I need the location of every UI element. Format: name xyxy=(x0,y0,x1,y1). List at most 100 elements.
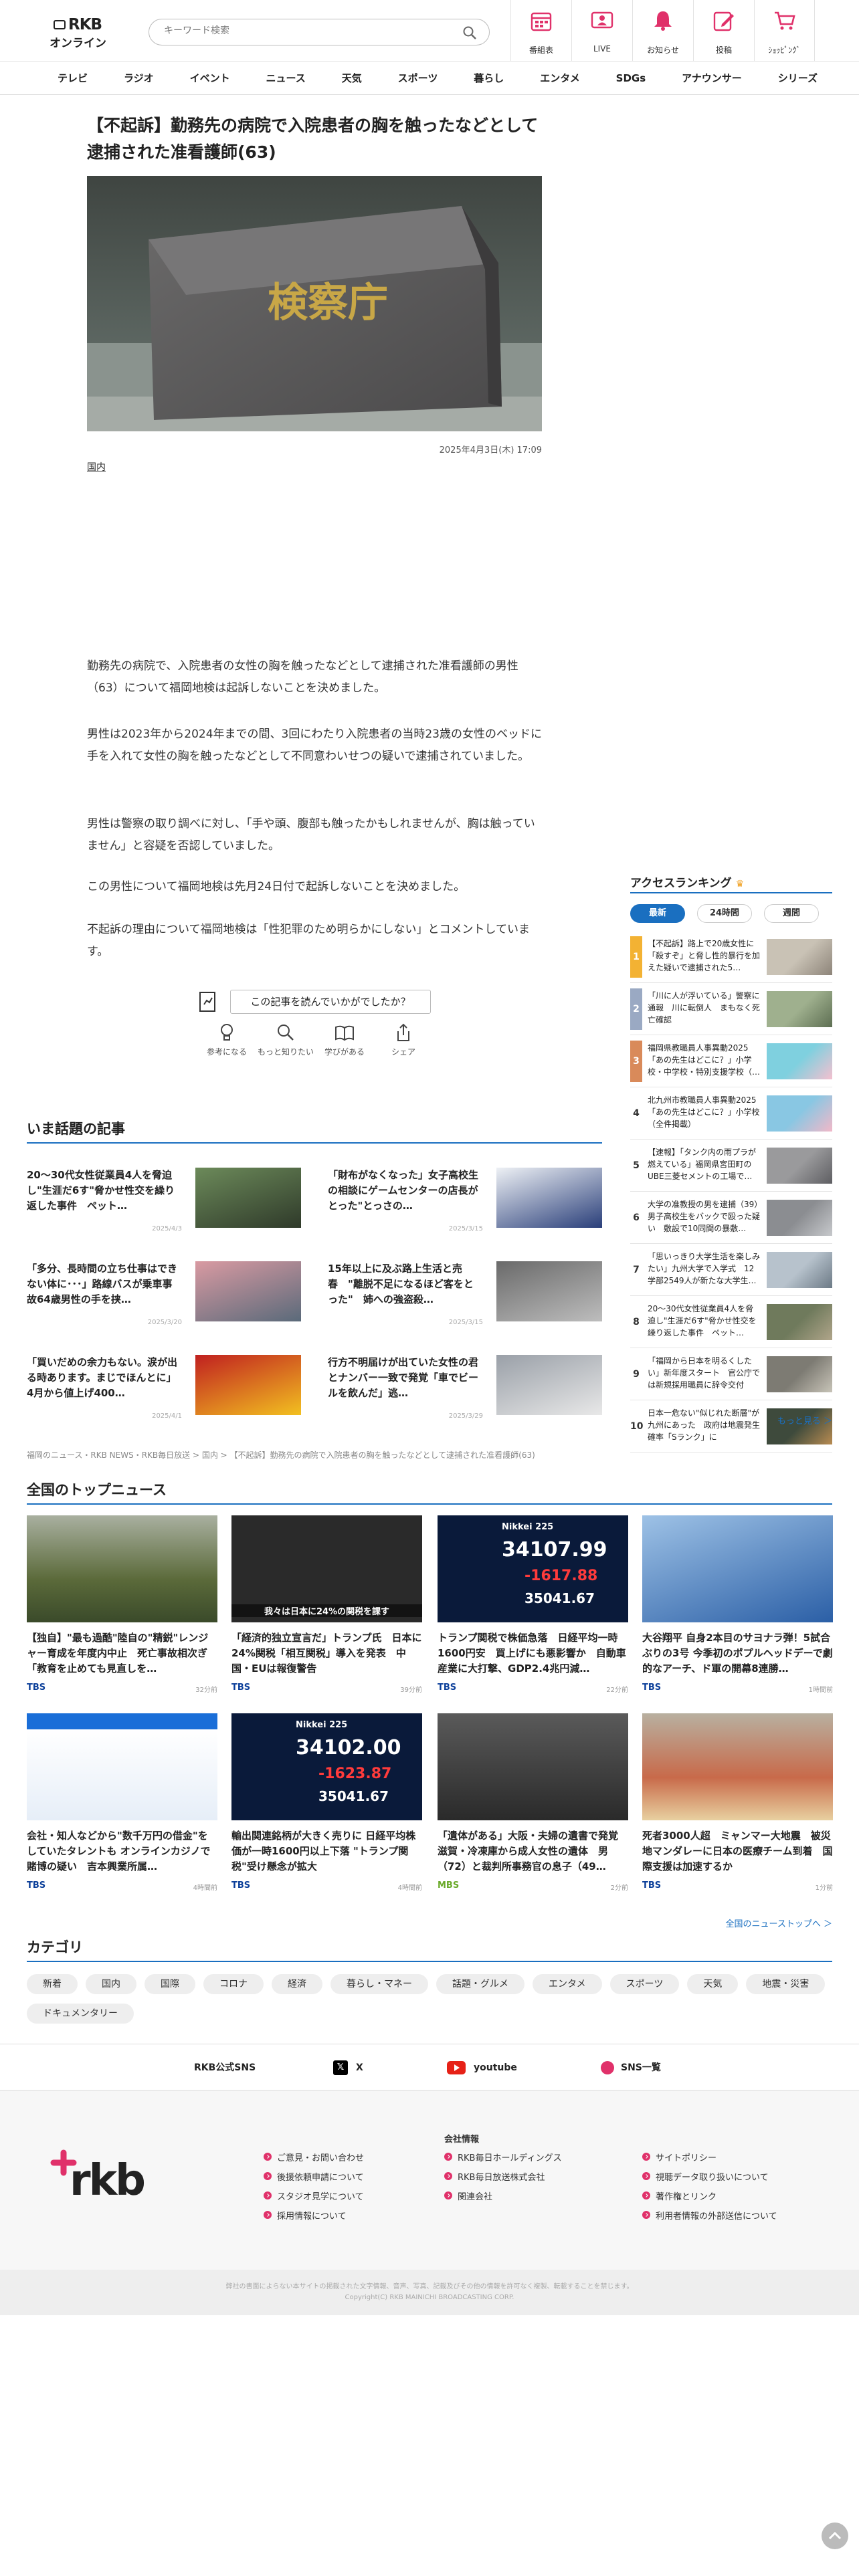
ranking-item[interactable]: 9 「福岡から日本を明るくしたい」新年度スタート 官公庁では新規採用職員に辞令交付 xyxy=(630,1348,832,1400)
footer-link[interactable]: ご意見・お問い合わせ xyxy=(264,2151,364,2170)
ranking-item[interactable]: 8 20〜30代女性従業員4人を脅迫し"生涯だ6す"脅かせ性交を繰り返した事件 ペ… xyxy=(630,1296,832,1348)
nav-item[interactable]: テレビ xyxy=(58,62,88,95)
rkb-footer-logo[interactable]: rkb xyxy=(47,2143,167,2203)
footer-link[interactable]: 利用者情報の外部送信について xyxy=(642,2209,777,2228)
sns-list-link[interactable]: SNS一覧 xyxy=(601,2044,661,2091)
feedback-question: この記事を読んでいかがでしたか？ xyxy=(198,990,432,1014)
ranking-item[interactable]: 4 北九州市教職員人事異動2025「あの先生はどこに？」小学校（全件掲載） xyxy=(630,1087,832,1140)
nav-item[interactable]: 天気 xyxy=(342,62,362,95)
nav-live[interactable]: LIVE xyxy=(571,0,632,62)
national-news-item[interactable]: 大谷翔平 自身2本目のサヨナラ弾！5試合ぶりの3号 今季初のポプルヘッドデーで劇… xyxy=(642,1515,833,1700)
feedback-know-more-button[interactable]: もっと知りたい xyxy=(257,1022,314,1057)
site-logo[interactable]: RKB オンライン xyxy=(50,16,115,50)
nav-item[interactable]: シリーズ xyxy=(778,62,818,95)
national-news-more-link[interactable]: 全国のニューストップへ ＞ xyxy=(726,1917,832,1929)
document-icon xyxy=(199,992,215,1012)
trending-article[interactable]: 15年以上に及ぶ路上生活と売春 "離脱不足になるほど客をとった" 姉への強盗殺…… xyxy=(328,1261,602,1327)
category-chip[interactable]: 暮らし・マネー xyxy=(330,1974,428,1994)
category-chip[interactable]: 地震・災害 xyxy=(746,1974,826,1994)
x-link[interactable]: 𝕏X xyxy=(333,2044,363,2091)
nav-item[interactable]: アナウンサー xyxy=(682,62,742,95)
search-input[interactable] xyxy=(164,25,445,36)
news-source: TBS xyxy=(27,1683,46,1693)
national-news-item[interactable]: Nikkei 225 34107.99 -1617.88 35041.67 トランプ関税… xyxy=(438,1515,628,1700)
feedback-helpful-button[interactable]: 参考になる xyxy=(198,1022,256,1057)
footer-link[interactable]: 関連会社 xyxy=(444,2189,562,2209)
ranking-tab-latest[interactable]: 最新 xyxy=(630,904,685,923)
national-news-item[interactable]: 【独自】"最も過酷"陸自の"精鋭"レンジャー育成を年度内中止 死亡事故相次ぎ「教… xyxy=(27,1515,217,1700)
category-chip[interactable]: エンタメ xyxy=(533,1974,602,1994)
category-chip[interactable]: 話題・グルメ xyxy=(436,1974,524,1994)
category-chip[interactable]: ドキュメンタリー xyxy=(27,2004,134,2024)
category-chip[interactable]: スポーツ xyxy=(609,1974,680,1994)
category-chip[interactable]: 新着 xyxy=(27,1974,78,1994)
ranking-item[interactable]: 5 【速報】「タンク内の雨プラが燃えている」福岡県宮田町のUBE三菱セメントの工場… xyxy=(630,1140,832,1192)
category-chip[interactable]: 国内 xyxy=(86,1974,136,1994)
nav-item[interactable]: 暮らし xyxy=(474,62,504,95)
national-news-item[interactable]: 「遺体がある」大阪・夫婦の遺書で発覚 滋賀・冷凍庫から成人女性の遺体 男（72）… xyxy=(438,1713,628,1898)
nav-item[interactable]: イベント xyxy=(190,62,230,95)
nav-item[interactable]: エンタメ xyxy=(540,62,580,95)
nav-label: お知らせ xyxy=(647,45,679,55)
share-icon xyxy=(397,1023,409,1041)
ranking-item[interactable]: 2 「川に人が浮いている」警察に通報 川に転倒人 まもなく死亡確認 xyxy=(630,983,832,1035)
category-chip[interactable]: 天気 xyxy=(687,1974,739,1994)
ranking-item-title: 「川に人が浮いている」警察に通報 川に転倒人 まもなく死亡確認 xyxy=(648,991,761,1025)
ranking-item[interactable]: 7 「思いっきり大学生活を楽しみたい」九州大学で入学式 12学部2549人が新たな… xyxy=(630,1244,832,1296)
sns-bar: RKB公式SNS 𝕏X youtube SNS一覧 xyxy=(0,2044,859,2090)
ranking-tab-24h[interactable]: 24時間 xyxy=(697,904,752,923)
nav-label: 番組表 xyxy=(529,45,553,55)
nav-item[interactable]: スポーツ xyxy=(398,62,438,95)
ranking-tab-weekly[interactable]: 週間 xyxy=(764,904,819,923)
nav-item[interactable]: ラジオ xyxy=(124,62,154,95)
nav-post[interactable]: 投稿 xyxy=(693,0,754,62)
footer-link[interactable]: 後援依頼申請について xyxy=(264,2170,364,2189)
nav-notifications[interactable]: お知らせ xyxy=(632,0,693,62)
article-category-tag[interactable]: 国内 xyxy=(87,460,106,473)
footer-link[interactable]: サイトポリシー xyxy=(642,2151,777,2170)
trending-article[interactable]: 行方不明届けが出ていた女性の君とナンバー一致で発覚「車でビールを飲んだ」逃… 20… xyxy=(328,1355,602,1420)
share-button[interactable]: シェア xyxy=(375,1022,432,1057)
news-age: 1時間前 xyxy=(808,1687,833,1694)
nav-item[interactable]: SDGs xyxy=(616,62,646,95)
search-box[interactable] xyxy=(149,19,490,45)
footer-link[interactable]: 視聴データ取り扱いについて xyxy=(642,2170,777,2189)
category-chip[interactable]: コロナ xyxy=(203,1974,264,1994)
breadcrumb[interactable]: 福岡のニュース・RKB NEWS・RKB毎日放送 > 国内 > 【不起訴】勤務先… xyxy=(27,1449,535,1461)
category-chip[interactable]: 国際 xyxy=(145,1974,195,1994)
trending-article[interactable]: 「多分、長時間の立ち仕事はできない体に･･･」路線バスが乗車事故64歳男性の手を… xyxy=(27,1261,301,1327)
ranking-number: 5 xyxy=(633,1160,640,1171)
national-news-item[interactable]: 会社・知人などから"数千万円の借金"をしていたタレントも オンラインカジノで賭博… xyxy=(27,1713,217,1898)
nav-item[interactable]: ニュース xyxy=(266,62,306,95)
ranking-more-link[interactable]: もっと見る ＞ xyxy=(777,1414,832,1426)
trending-article[interactable]: 「財布がなくなった」女子高校生の相談にゲームセンターの店長がとった"とっさの… 2… xyxy=(328,1168,602,1233)
sns-label: RKB公式SNS xyxy=(194,2062,256,2073)
footer-link[interactable]: スタジオ見学について xyxy=(264,2189,364,2209)
nav-program-guide[interactable]: 番組表 xyxy=(510,0,571,62)
footer-link[interactable]: 著作権とリンク xyxy=(642,2189,777,2209)
ranking-item[interactable]: 3 福岡県教職員人事異動2025「あの先生はどこに？」小学校・中学校・特別支援学校… xyxy=(630,1035,832,1087)
search-icon[interactable] xyxy=(462,25,477,40)
national-news-item[interactable]: Nikkei 225 34102.00 -1623.87 35041.67 輸出関連銘柄… xyxy=(231,1713,422,1898)
feedback-label: シェア xyxy=(391,1047,415,1057)
footer-link[interactable]: RKB毎日放送株式会社 xyxy=(444,2170,562,2189)
nav-shopping[interactable]: ｼｮｯﾋﾟﾝｸﾞ xyxy=(754,0,815,62)
footer-link[interactable]: RKB毎日ホールディングス xyxy=(444,2151,562,2170)
national-news-item[interactable]: 死者3000人超 ミャンマー大地震 被災地マンダレーに日本の医療チーム到着 国際… xyxy=(642,1713,833,1898)
ranking-item[interactable]: 6 大学の准教授の男を逮捕（39）男子高校生をバックで殴った疑い 敷設で10同間の… xyxy=(630,1192,832,1244)
trending-article[interactable]: 「買いだめの余力もない。涙が出る時あります。まじでほんとに」4月から値上げ400… xyxy=(27,1355,301,1420)
ranking-item[interactable]: 10 日本一危ない"似じれた断層"が九州にあった 政府は地震発生確率「Sランク」に xyxy=(630,1400,832,1453)
trending-date: 2025/3/29 xyxy=(448,1412,483,1420)
footer-link[interactable]: 採用情報について xyxy=(264,2209,364,2228)
back-to-top-button[interactable] xyxy=(822,2523,848,2549)
youtube-link[interactable]: youtube xyxy=(447,2044,517,2091)
category-chip[interactable]: 経済 xyxy=(272,1974,322,1994)
national-news-item[interactable]: 我々は日本に24%の関税を課す 「経済的独立宣言だ」トランプ氏 日本に24%関税「… xyxy=(231,1515,422,1700)
news-title: 大谷翔平 自身2本目のサヨナラ弾！5試合ぶりの3号 今季初のポプルヘッドデーで劇… xyxy=(642,1632,833,1675)
ranking-thumbnail xyxy=(767,1095,832,1132)
category-section-title: カテゴリ xyxy=(27,1937,832,1962)
feedback-learn-button[interactable]: 学びがある xyxy=(316,1022,373,1057)
news-age: 2分前 xyxy=(610,1885,628,1892)
trending-article[interactable]: 20〜30代女性従業員4人を脅迫し"生涯だ6す"脅かせ性交を繰り返した事件 ペッ… xyxy=(27,1168,301,1233)
ranking-item[interactable]: 1 【不起訴】路上で20歳女性に「殺すぞ」と脅し性的暴行を加えた疑いで逮捕された5… xyxy=(630,931,832,983)
